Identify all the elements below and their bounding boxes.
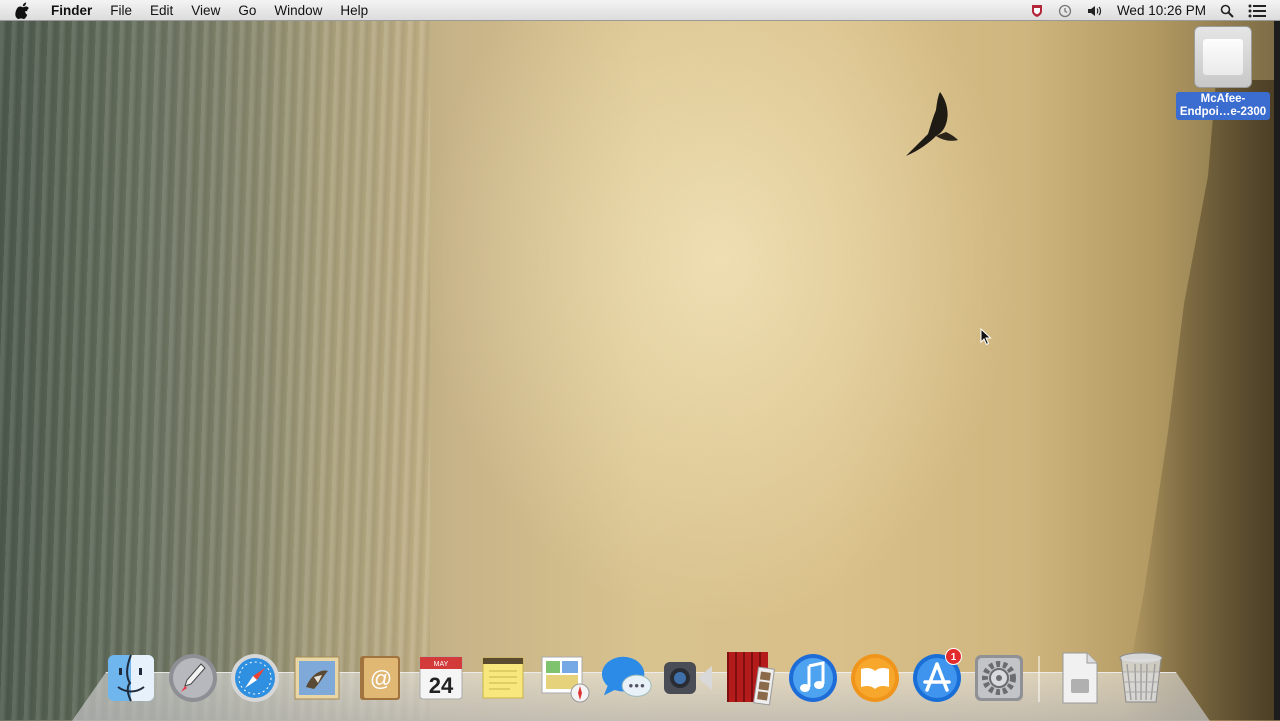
- wallpaper-waterfall: [0, 20, 430, 720]
- menu-help[interactable]: Help: [340, 0, 368, 21]
- calendar-icon: MAY 24: [419, 656, 463, 700]
- dock-system-preferences[interactable]: [972, 650, 1026, 706]
- launchpad-icon: [169, 654, 217, 702]
- eagle-wallpaper-detail: [906, 92, 958, 156]
- trash-icon: [1119, 652, 1163, 703]
- contacts-icon: @: [360, 656, 400, 700]
- ibooks-icon: [851, 654, 899, 702]
- dock-separator: [1038, 656, 1040, 702]
- notification-center-icon[interactable]: [1248, 4, 1266, 18]
- dock-documents[interactable]: [1052, 650, 1106, 706]
- dock-mail[interactable]: [290, 650, 344, 706]
- desktop-drive[interactable]: McAfee- Endpoi…e-2300: [1172, 26, 1274, 120]
- menu-edit[interactable]: Edit: [150, 0, 173, 21]
- dock-photo-booth[interactable]: [724, 650, 778, 706]
- system-preferences-icon: [975, 655, 1023, 701]
- mail-icon: [294, 656, 340, 700]
- mouse-pointer-icon: [980, 328, 992, 346]
- dock-calendar[interactable]: MAY 24: [414, 650, 468, 706]
- dock-trash[interactable]: [1114, 650, 1168, 706]
- calendar-month: MAY: [434, 661, 449, 668]
- safari-icon: [231, 654, 279, 702]
- menubar-clock[interactable]: Wed 10:26 PM: [1117, 0, 1206, 21]
- dock-ibooks[interactable]: [848, 650, 902, 706]
- facetime-icon: [664, 662, 712, 694]
- dock-facetime[interactable]: [662, 650, 716, 706]
- screen-edge: [1274, 20, 1280, 720]
- dock-launchpad[interactable]: [166, 650, 220, 706]
- wallpaper-cliff: [1120, 80, 1280, 720]
- dock-messages[interactable]: [600, 650, 654, 706]
- drive-label-line2: Endpoi…e-2300: [1179, 106, 1267, 118]
- dock-app-store[interactable]: 1: [910, 648, 964, 706]
- notes-icon: [482, 657, 524, 699]
- dock-reminders[interactable]: [538, 650, 592, 706]
- messages-icon: [601, 656, 652, 697]
- spotlight-icon[interactable]: [1220, 4, 1234, 18]
- app-store-badge: 1: [945, 648, 962, 665]
- calendar-day: 24: [429, 673, 454, 698]
- time-machine-icon[interactable]: [1057, 4, 1073, 18]
- itunes-icon: [789, 654, 837, 702]
- volume-icon[interactable]: [1087, 4, 1103, 18]
- mcafee-shield-icon[interactable]: [1031, 4, 1043, 18]
- dock-contacts[interactable]: @: [352, 650, 406, 706]
- dock-finder[interactable]: [104, 650, 158, 706]
- drive-label-line1: McAfee-: [1200, 93, 1246, 105]
- menu-file[interactable]: File: [110, 0, 132, 21]
- drive-label[interactable]: McAfee- Endpoi…e-2300: [1175, 92, 1271, 120]
- menu-finder[interactable]: Finder: [51, 0, 92, 21]
- document-stack-icon: [1062, 652, 1098, 704]
- svg-text:@: @: [370, 666, 392, 691]
- apple-menu-icon[interactable]: [14, 2, 31, 19]
- menu-view[interactable]: View: [191, 0, 220, 21]
- dock: @ MAY 24 1: [104, 646, 1176, 706]
- photo-booth-icon: [727, 652, 775, 706]
- dock-notes[interactable]: [476, 650, 530, 706]
- drive-icon[interactable]: [1194, 26, 1252, 88]
- dock-itunes[interactable]: [786, 650, 840, 706]
- finder-icon: [108, 654, 154, 702]
- menu-window[interactable]: Window: [274, 0, 322, 21]
- menu-bar: Finder File Edit View Go Window Help Wed…: [0, 0, 1280, 21]
- dock-safari[interactable]: [228, 650, 282, 706]
- reminders-icon: [541, 656, 590, 703]
- menu-go[interactable]: Go: [238, 0, 256, 21]
